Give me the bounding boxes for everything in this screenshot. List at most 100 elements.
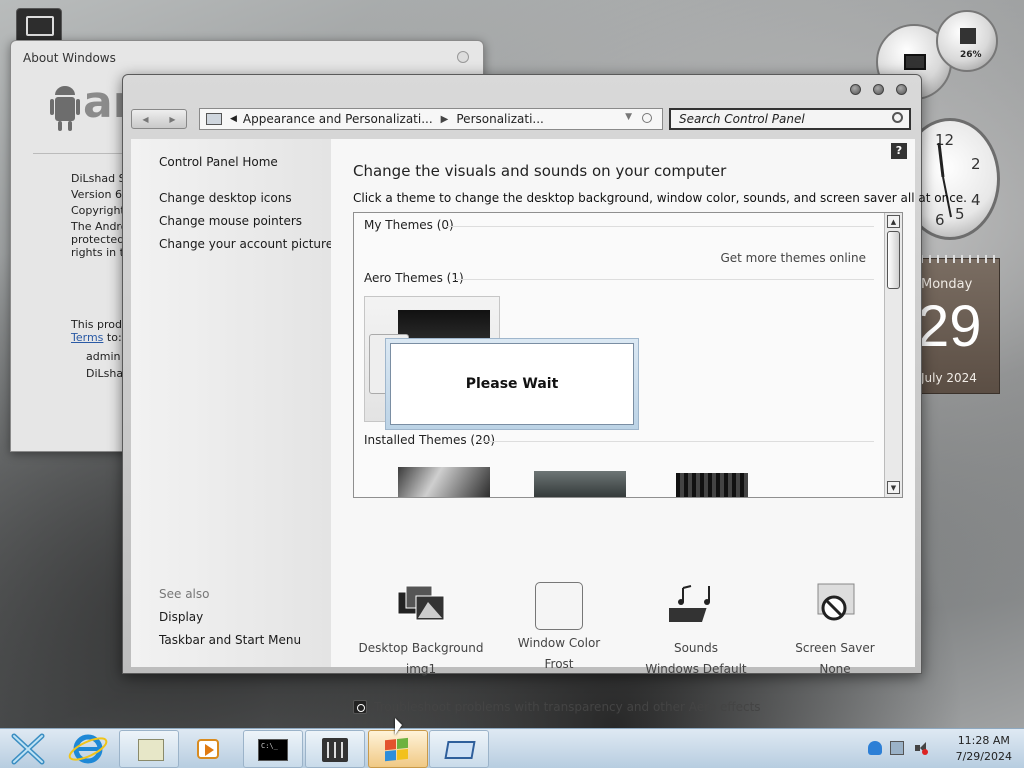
onedrive-icon[interactable] [868, 741, 882, 755]
navigation-bar: ◀ ▶ ◀ Appearance and Personalizati... ▶ … [131, 107, 913, 131]
media-player-icon [197, 739, 219, 759]
screen-saver-option[interactable]: Screen Saver None [767, 582, 903, 676]
command-prompt-icon: C:\_ [258, 739, 288, 761]
change-mouse-pointers-link[interactable]: Change mouse pointers [159, 214, 302, 228]
about-line: Copyright [71, 204, 125, 217]
troubleshoot-icon [353, 700, 367, 714]
window-color-icon [535, 582, 583, 630]
page-title: Change the visuals and sounds on your co… [353, 162, 727, 180]
desktop-background-icon [397, 585, 445, 621]
forward-arrow-icon[interactable]: ▶ [169, 115, 175, 124]
breadcrumb-separator-icon[interactable]: ▶ [441, 114, 449, 125]
installed-theme-thumbnail[interactable] [534, 471, 626, 497]
command-prompt-taskbar-button[interactable]: C:\_ [243, 730, 303, 768]
get-more-themes-link[interactable]: Get more themes online [720, 251, 866, 265]
sounds-option[interactable]: Sounds Windows Default [628, 582, 764, 676]
tray-date: 7/29/2024 [955, 750, 1012, 763]
close-button[interactable] [896, 84, 907, 95]
please-wait-dialog: Please Wait [385, 338, 639, 430]
folder-icon [138, 739, 164, 761]
internet-explorer-icon[interactable] [66, 730, 110, 768]
terms-suffix: to: [103, 331, 122, 344]
terms-link[interactable]: Terms [71, 331, 103, 344]
sounds-icon [662, 585, 710, 622]
group-divider [446, 226, 874, 227]
calendar-month: July 2024 [921, 371, 977, 385]
installed-themes-heading: Installed Themes (20) [364, 433, 496, 447]
cpu-meter-gadget[interactable]: 26% [936, 10, 998, 72]
network-icon[interactable] [890, 741, 904, 755]
troubleshoot-link[interactable]: Troubleshoot problems with transparency … [353, 700, 761, 714]
change-account-picture-link[interactable]: Change your account picture [159, 237, 333, 251]
search-placeholder: Search Control Panel [679, 112, 805, 126]
theme-list-scrollbar[interactable]: ▲ ▼ [884, 213, 902, 497]
scroll-down-icon[interactable]: ▼ [887, 481, 900, 494]
control-panel-icon [206, 113, 222, 125]
installed-theme-thumbnail[interactable] [676, 473, 748, 497]
desktop-background-option[interactable]: Desktop Background img1 [353, 582, 489, 676]
meter-screen-icon [904, 54, 926, 70]
option-value: Frost [544, 657, 574, 671]
taskbar: C:\_ 11:28 AM 7/29/2024 [0, 728, 1024, 768]
back-forward-buttons[interactable]: ◀ ▶ [131, 109, 187, 129]
windows-update-taskbar-button[interactable] [368, 730, 428, 768]
file-explorer-taskbar-button[interactable] [119, 730, 179, 768]
display-link[interactable]: Display [159, 610, 203, 624]
maximize-button[interactable] [873, 84, 884, 95]
calendar-day: Monday [921, 277, 973, 292]
troubleshoot-label[interactable]: Troubleshoot problems with transparency … [374, 700, 761, 714]
control-panel-taskbar-button[interactable] [429, 730, 489, 768]
control-panel-taskbar-icon [444, 741, 476, 759]
tray-time: 11:28 AM [957, 734, 1010, 747]
left-navigation-pane: Control Panel Home Change desktop icons … [131, 139, 333, 667]
about-close-button[interactable] [457, 51, 469, 63]
option-label: Desktop Background [358, 641, 484, 655]
minimize-button[interactable] [850, 84, 861, 95]
see-also-label: See also [159, 587, 210, 601]
installed-theme-thumbnail[interactable] [398, 467, 490, 497]
change-desktop-icons-link[interactable]: Change desktop icons [159, 191, 292, 205]
breadcrumb-item[interactable]: Personalizati... [456, 112, 543, 126]
windows-flag-icon [385, 737, 409, 763]
calendar-date: 29 [917, 294, 982, 359]
refresh-icon[interactable] [642, 113, 652, 123]
window-color-option[interactable]: Window Color Frost [491, 582, 627, 671]
mixer-icon [322, 738, 348, 762]
group-divider [454, 279, 874, 280]
about-user: admin [86, 350, 121, 363]
mixer-taskbar-button[interactable] [305, 730, 365, 768]
about-terms: Terms to: [71, 331, 122, 344]
please-wait-message: Please Wait [390, 343, 634, 425]
option-label: Screen Saver [795, 641, 875, 655]
breadcrumb-arrow-icon: ◀ [230, 114, 237, 124]
window-controls [850, 84, 907, 95]
option-label: Sounds [673, 641, 719, 655]
help-icon[interactable]: ? [891, 143, 907, 159]
taskbar-start-menu-link[interactable]: Taskbar and Start Menu [159, 633, 301, 647]
address-dropdown-icon[interactable]: ▼ [625, 112, 632, 122]
back-arrow-icon[interactable]: ◀ [142, 115, 148, 124]
calendar-rings [913, 255, 995, 263]
search-input[interactable]: Search Control Panel [669, 108, 911, 130]
option-label: Window Color [517, 636, 601, 650]
about-window-title: About Windows [23, 51, 116, 65]
chip-icon [960, 28, 976, 44]
group-divider [478, 441, 874, 442]
option-value: None [819, 662, 851, 676]
search-icon[interactable] [892, 112, 903, 123]
scroll-up-icon[interactable]: ▲ [887, 215, 900, 228]
aero-themes-heading: Aero Themes (1) [364, 271, 464, 285]
option-value: Windows Default [645, 662, 747, 676]
screen-saver-icon [817, 583, 855, 621]
scrollbar-thumb[interactable] [887, 231, 900, 289]
my-themes-heading: My Themes (0) [364, 218, 454, 232]
control-panel-home-link[interactable]: Control Panel Home [159, 155, 278, 169]
breadcrumb-item[interactable]: Appearance and Personalizati... [243, 112, 433, 126]
start-button-icon[interactable] [6, 730, 50, 768]
about-divider [33, 153, 123, 154]
address-bar[interactable]: ◀ Appearance and Personalizati... ▶ Pers… [199, 108, 663, 130]
media-player-taskbar-button[interactable] [185, 730, 233, 768]
tray-clock[interactable]: 11:28 AM 7/29/2024 [956, 733, 1012, 765]
page-description: Click a theme to change the desktop back… [353, 191, 967, 205]
volume-icon[interactable] [914, 741, 928, 755]
